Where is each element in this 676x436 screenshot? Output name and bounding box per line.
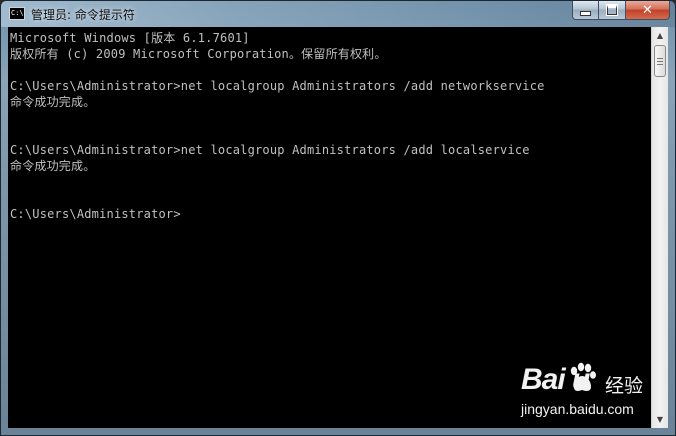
minimize-icon (580, 10, 591, 16)
title-bar[interactable]: C:\ 管理员: 命令提示符 ✕ (1, 1, 675, 27)
maximize-icon (606, 4, 618, 16)
console-line: Microsoft Windows [版本 6.1.7601] (10, 31, 250, 45)
cmd-app-icon[interactable]: C:\ (9, 7, 25, 20)
baidu-paw-icon (570, 362, 596, 391)
console-line: 命令成功完成。 (10, 159, 96, 173)
scrollbar-thumb[interactable] (654, 45, 666, 77)
grip-line (657, 58, 663, 59)
maximize-button[interactable] (599, 1, 626, 20)
jingyan-text: 经验 (605, 375, 644, 397)
close-icon: ✕ (642, 2, 653, 18)
window-title: 管理员: 命令提示符 (31, 8, 135, 22)
console-line: 版权所有 (c) 2009 Microsoft Corporation。保留所有… (10, 47, 387, 61)
console-line: C:\Users\Administrator>net localgroup Ad… (10, 79, 545, 93)
baidu-jingyan-watermark: Bai u 经验 jingyan.baidu.com (521, 361, 661, 427)
scroll-up-button[interactable]: ▲ (652, 27, 668, 44)
command-prompt-window: C:\ 管理员: 命令提示符 ✕ Microsoft Windows [版本 6… (0, 0, 676, 436)
arrow-up-icon: ▲ (656, 31, 664, 40)
minimize-button[interactable] (572, 1, 599, 20)
grip-line (657, 61, 663, 62)
console-line: C:\Users\Administrator>net localgroup Ad… (10, 143, 530, 157)
watermark-url: jingyan.baidu.com (521, 401, 634, 417)
close-button[interactable]: ✕ (626, 1, 670, 20)
console-prompt-line[interactable]: C:\Users\Administrator> (10, 206, 545, 222)
grip-line (657, 64, 663, 65)
console-line: 命令成功完成。 (10, 95, 96, 109)
caption-buttons: ✕ (572, 1, 670, 20)
console-lines: Microsoft Windows [版本 6.1.7601] 版权所有 (c)… (10, 30, 545, 222)
